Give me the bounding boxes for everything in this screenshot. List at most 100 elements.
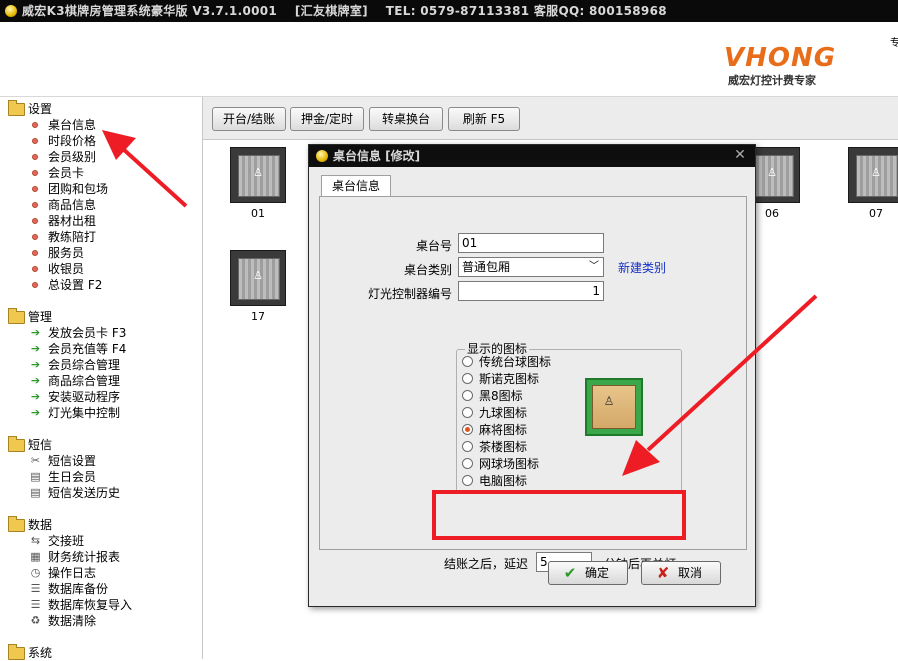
table-no-label: 桌台号 [415,239,452,253]
bullet-icon [32,202,38,208]
sidebar-item-group-buy[interactable]: 团购和包场 [8,181,108,197]
radio-circle [462,373,473,384]
folder-icon [8,516,25,532]
dialog-title-bar[interactable]: 桌台信息 [修改] [309,145,755,167]
sidebar-group-header[interactable]: 管理 [8,308,126,325]
window-title: 威宏K3棋牌房管理系统豪华版 V3.7.1.0001 [22,4,278,18]
cancel-button[interactable]: ✘ 取消 [641,561,721,585]
arrow-right-icon: ➔ [30,342,41,355]
database-icon: ☰ [30,598,41,611]
brand-slogan: 威宏灯控计费专家 [728,74,816,87]
sidebar-item-db-restore[interactable]: ☰ 数据库恢复导入 [8,597,132,613]
sidebar-item-general-settings[interactable]: 总设置 F2 [8,277,108,293]
radio-computer-icon[interactable]: 电脑图标 [462,473,527,489]
radio-mahjong-icon[interactable]: 麻将图标 [462,422,527,438]
sidebar-item-coach[interactable]: 教练陪打 [8,229,108,245]
delay-prefix-label: 结账之后，延迟 [444,557,529,571]
sidebar-group-label: 数据 [28,518,53,532]
table-icon: ♙ [848,147,898,203]
deposit-timer-button[interactable]: 押金/定时 [290,107,364,131]
radio-billiard-icon[interactable]: 传统台球图标 [462,354,551,370]
sidebar-group-sms: 短信 ✂ 短信设置 ▤ 生日会员 ▤ 短信发送历史 [8,436,120,501]
radio-tennis-icon[interactable]: 网球场图标 [462,456,539,472]
sidebar-item-waiter[interactable]: 服务员 [8,245,108,261]
chevron-down-icon: ﹀ [589,261,599,272]
sidebar-item-sms-history[interactable]: ▤ 短信发送历史 [8,485,120,501]
table-label: 07 [869,207,883,220]
sidebar-item-cashier[interactable]: 收银员 [8,261,108,277]
tab-table-info[interactable]: 桌台信息 [321,175,391,197]
sidebar-group-header[interactable]: 设置 [8,100,108,117]
table-tile-01[interactable]: ♙ 01 [229,147,287,221]
radio-nineball-icon[interactable]: 九球图标 [462,405,527,421]
controller-input[interactable]: 1 [458,281,604,301]
sidebar-item-goods-info[interactable]: 商品信息 [8,197,108,213]
radio-snooker-icon[interactable]: 斯诺克图标 [462,371,539,387]
cross-icon: ✘ [656,564,670,582]
sidebar-group-label: 系统 [28,646,53,660]
table-tile-07[interactable]: ♙ 07 [847,147,898,221]
brand-logo: VHONG 威宏灯控计费专家 [724,44,844,92]
folder-icon [8,644,25,660]
app-icon [5,5,17,17]
category-select[interactable]: 普通包厢 ﹀ [458,257,604,277]
sidebar: 设置 桌台信息 时段价格 会员级别 会员卡 团购和包场 商品信息 器材出租 教练… [0,97,203,660]
table-no-input[interactable]: 01 [458,233,604,253]
sidebar-item-goods-manage[interactable]: ➔ 商品综合管理 [8,373,126,389]
table-label: 01 [251,207,265,220]
new-category-link[interactable]: 新建类别 [618,259,666,276]
sidebar-item-member-card[interactable]: 会员卡 [8,165,108,181]
window-title-bar: 威宏K3棋牌房管理系统豪华版 V3.7.1.0001 [汇友棋牌室] TEL: … [0,0,898,22]
sidebar-item-sms-settings[interactable]: ✂ 短信设置 [8,453,120,469]
sidebar-item-install-driver[interactable]: ➔ 安装驱动程序 [8,389,126,405]
arrow-right-icon: ➔ [30,358,41,371]
sidebar-item-table-info[interactable]: 桌台信息 [8,117,108,133]
sidebar-item-shift-handover[interactable]: ⇆ 交接班 [8,533,132,549]
controller-label: 灯光控制器编号 [367,287,452,301]
radio-teahouse-icon[interactable]: 茶楼图标 [462,439,527,455]
annotation-highlight-box [432,490,686,540]
sidebar-item-light-control[interactable]: ➔ 灯光集中控制 [8,405,126,421]
open-checkout-button[interactable]: 开台/结账 [212,107,286,131]
close-icon[interactable]: ✕ [733,147,747,163]
icon-group: 显示的图标 传统台球图标 斯诺克图标 黑8图标 九球图标 麻将图标 茶楼图标 网… [456,341,682,493]
refresh-button[interactable]: 刷新 F5 [448,107,520,131]
sidebar-item-db-backup[interactable]: ☰ 数据库备份 [8,581,132,597]
bullet-icon [32,154,38,160]
spreadsheet-icon: ▦ [30,550,41,563]
sidebar-item-equipment-rent[interactable]: 器材出租 [8,213,108,229]
dialog-title: 桌台信息 [修改] [333,149,421,163]
document-icon: ▤ [30,486,41,499]
radio-circle [462,475,473,486]
sidebar-group-header[interactable]: 短信 [8,436,120,453]
folder-icon [8,436,25,452]
transfer-table-button[interactable]: 转桌换台 [369,107,443,131]
radio-circle [462,356,473,367]
table-tile-17[interactable]: ♙ 17 [229,250,287,324]
ok-button[interactable]: ✔ 确定 [548,561,628,585]
bullet-icon [32,138,38,144]
recycle-icon: ♻ [30,614,41,627]
database-icon: ☰ [30,582,41,595]
sidebar-item-member-manage[interactable]: ➔ 会员综合管理 [8,357,126,373]
radio-black8-icon[interactable]: 黑8图标 [462,388,523,404]
bullet-icon [32,218,38,224]
exchange-icon: ⇆ [30,534,41,547]
sidebar-item-data-clear[interactable]: ♻ 数据清除 [8,613,132,629]
table-icon: ♙ [230,147,286,203]
header-banner: VHONG 威宏灯控计费专家 专 [0,22,898,97]
sidebar-item-issue-card[interactable]: ➔ 发放会员卡 F3 [8,325,126,341]
sidebar-item-member-level[interactable]: 会员级别 [8,149,108,165]
sidebar-group-header[interactable]: 数据 [8,516,132,533]
window-shop-name: [汇友棋牌室] [294,4,368,18]
radio-circle [462,441,473,452]
sidebar-item-time-price[interactable]: 时段价格 [8,133,108,149]
sidebar-group-label: 管理 [28,310,53,324]
arrow-right-icon: ➔ [30,406,41,419]
sidebar-item-recharge[interactable]: ➔ 会员充值等 F4 [8,341,126,357]
sidebar-item-birthday-members[interactable]: ▤ 生日会员 [8,469,120,485]
sidebar-group-label: 设置 [28,102,53,116]
sidebar-item-operation-log[interactable]: ◷ 操作日志 [8,565,132,581]
sidebar-group-settings: 设置 桌台信息 时段价格 会员级别 会员卡 团购和包场 商品信息 器材出租 教练… [8,100,108,293]
sidebar-item-finance-report[interactable]: ▦ 财务统计报表 [8,549,132,565]
